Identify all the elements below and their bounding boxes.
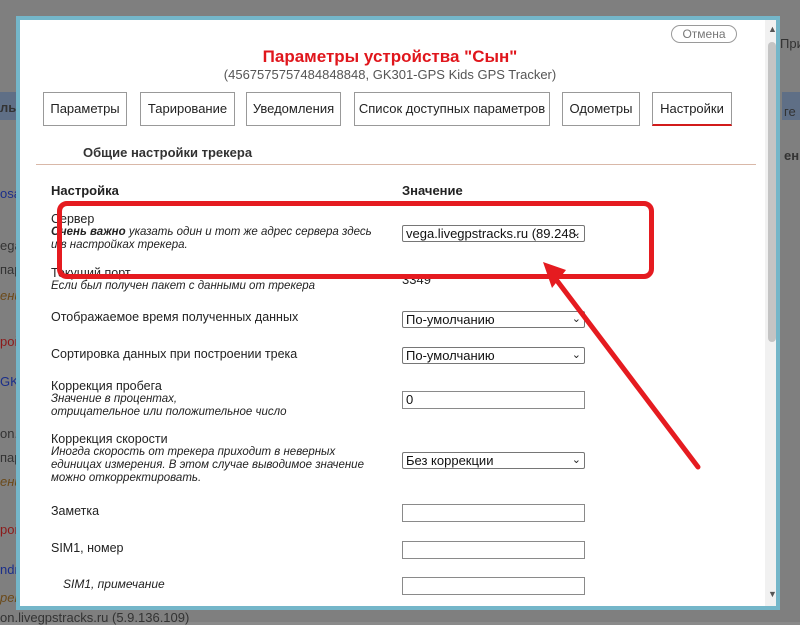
section-title: Общие настройки трекера xyxy=(83,145,253,160)
sim1-number-input[interactable] xyxy=(402,541,585,559)
tab-calibration[interactable]: Тарирование xyxy=(140,92,235,126)
mileage-correction-label: Коррекция пробега xyxy=(51,379,162,393)
speed-correction-note-line3: можно откорректировать. xyxy=(51,472,202,484)
sim1-number-label: SIM1, номер xyxy=(51,541,124,555)
speed-correction-label: Коррекция скорости xyxy=(51,432,168,446)
speed-correction-select[interactable]: Без коррекции ⌄ xyxy=(402,452,585,469)
note-label: Заметка xyxy=(51,504,100,518)
cancel-button[interactable]: Отмена xyxy=(671,25,737,43)
mileage-correction-input[interactable]: 0 xyxy=(402,391,585,409)
section-divider xyxy=(36,164,756,165)
tab-settings[interactable]: Настройки xyxy=(652,92,732,126)
background-text: ен xyxy=(784,148,800,163)
speed-correction-note: Иногда скорость от трекера приходит в не… xyxy=(51,446,336,458)
scroll-up-icon[interactable]: ▲ xyxy=(765,24,776,34)
device-settings-modal: Отмена Параметры устройства "Сын" (45675… xyxy=(16,16,780,610)
sim1-comment-input[interactable] xyxy=(402,577,585,595)
tab-odometers[interactable]: Одометры xyxy=(562,92,640,126)
sim1-comment-label: SIM1, примечание xyxy=(63,577,165,591)
tab-available-parameters[interactable]: Список доступных параметров xyxy=(354,92,550,126)
modal-title: Параметры устройства "Сын" xyxy=(262,47,518,66)
sorting-select[interactable]: По-умолчанию ⌄ xyxy=(402,347,585,364)
tab-parameters[interactable]: Параметры xyxy=(43,92,127,126)
sorting-select-value: По-умолчанию xyxy=(406,348,495,363)
display-time-label: Отображаемое время полученных данных xyxy=(51,310,299,324)
display-time-select[interactable]: По-умолчанию ⌄ xyxy=(402,311,585,328)
vertical-scrollbar[interactable]: ▲ ▼ xyxy=(765,20,776,606)
scroll-down-icon[interactable]: ▼ xyxy=(765,589,776,599)
sorting-label: Сортировка данных при построении трека xyxy=(51,347,298,361)
chevron-down-icon: ⌄ xyxy=(571,349,581,361)
speed-correction-note-line2: единицах измерения. В этом случае выводи… xyxy=(51,459,364,471)
background-text: ге xyxy=(784,104,796,119)
column-header-value: Значение xyxy=(402,183,463,198)
column-header-setting: Настройка xyxy=(51,183,119,198)
speed-correction-select-value: Без коррекции xyxy=(406,453,494,468)
server-highlight-annotation xyxy=(57,201,654,279)
port-note: Если был получен пакет с данными от трек… xyxy=(51,280,316,292)
chevron-down-icon: ⌄ xyxy=(571,454,581,466)
tab-notifications[interactable]: Уведомления xyxy=(246,92,341,126)
display-time-select-value: По-умолчанию xyxy=(406,312,495,327)
chevron-down-icon: ⌄ xyxy=(571,313,581,325)
scroll-thumb[interactable] xyxy=(768,42,776,342)
background-text: on.livegpstracks.ru (5.9.136.109) xyxy=(0,610,190,625)
mileage-correction-note-line2: отрицательное или положительное число xyxy=(51,406,287,418)
note-input[interactable] xyxy=(402,504,585,522)
mileage-correction-note: Значение в процентах, xyxy=(51,393,178,405)
background-text: При xyxy=(780,36,800,51)
modal-subtitle: (4567575757484848848, GK301-GPS Kids GPS… xyxy=(223,67,557,82)
